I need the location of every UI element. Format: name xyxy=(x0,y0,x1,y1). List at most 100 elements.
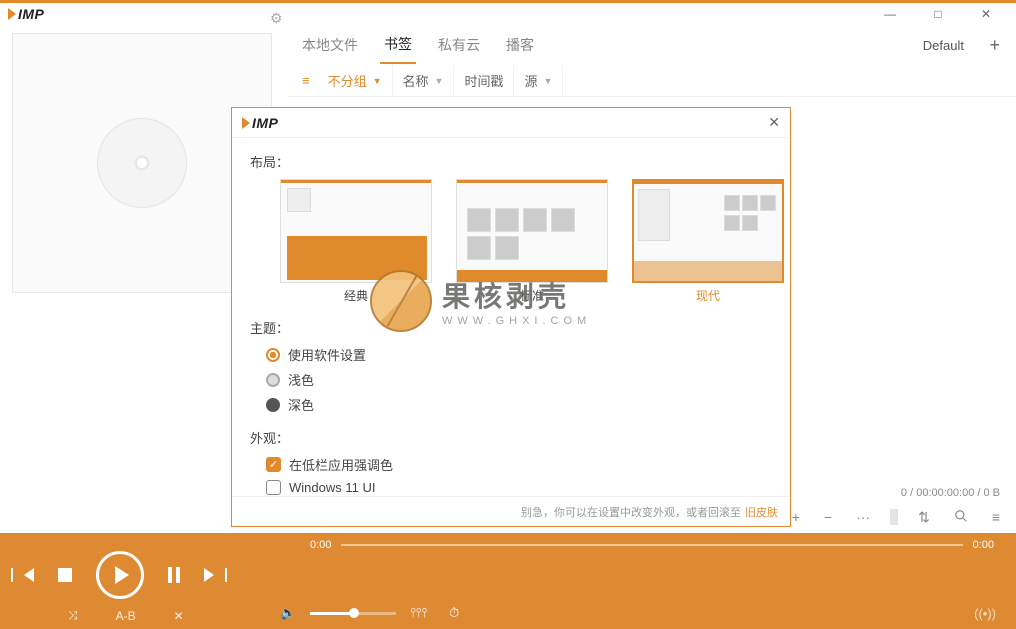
app-logo: IMP xyxy=(8,6,44,22)
progress-row: 0:00 0:00 xyxy=(0,533,1016,551)
timer-icon[interactable]: ⏱ xyxy=(449,605,459,621)
layout-classic[interactable]: 经典 xyxy=(280,179,432,304)
appearance-checks: ✓ 在低栏应用强调色 Windows 11 UI xyxy=(266,455,772,495)
search-button[interactable] xyxy=(950,507,972,528)
sort-button[interactable]: ⇅ xyxy=(914,507,934,528)
theme-software-setting[interactable]: 使用软件设置 xyxy=(266,345,772,364)
prev-button[interactable] xyxy=(24,568,34,582)
secondary-controls: ⤨ A-B ✕ xyxy=(68,608,184,623)
radio-icon xyxy=(266,398,280,412)
filter-source[interactable]: 源 ▼ xyxy=(514,65,563,96)
logo-triangle-icon xyxy=(8,8,16,20)
theme-light-label: 浅色 xyxy=(288,370,314,389)
check-win11-label: Windows 11 UI xyxy=(289,480,375,495)
appearance-section-label: 外观： xyxy=(250,428,772,447)
progress-bar[interactable] xyxy=(341,544,962,546)
theme-dark[interactable]: 深色 xyxy=(266,395,772,414)
radio-icon xyxy=(266,373,280,387)
chevron-down-icon: ▼ xyxy=(373,76,382,86)
layout-options: 经典 标准 xyxy=(280,179,772,304)
layout-standard[interactable]: 标准 xyxy=(456,179,608,304)
app-name: IMP xyxy=(18,6,44,22)
maximize-button[interactable]: □ xyxy=(924,5,952,23)
check-accent-lowbar[interactable]: ✓ 在低栏应用强调色 xyxy=(266,455,772,474)
theme-radios: 使用软件设置 浅色 深色 xyxy=(266,345,772,414)
theme-section-label: 主题： xyxy=(250,318,772,337)
layout-modern-preview xyxy=(632,179,784,283)
more-button[interactable]: ··· xyxy=(852,507,874,527)
ab-repeat-button[interactable]: A-B xyxy=(116,609,136,623)
title-bar: IMP — □ ✕ xyxy=(0,3,1016,25)
volume-row: 🔈 ⫯⫯⫯ ⏱ xyxy=(280,605,459,621)
minimize-button[interactable]: — xyxy=(876,5,904,23)
close-button[interactable]: ✕ xyxy=(972,5,1000,23)
chevron-down-icon: ▼ xyxy=(544,76,553,86)
layout-section-label: 布局： xyxy=(250,152,772,171)
logo-triangle-icon xyxy=(242,117,250,129)
status-text: 0 / 00:00:00:00 / 0 B xyxy=(901,487,1000,499)
layout-standard-label: 标准 xyxy=(456,283,608,304)
play-button[interactable] xyxy=(96,551,144,599)
check-win11-ui[interactable]: Windows 11 UI xyxy=(266,480,772,495)
filter-name[interactable]: 名称 ▼ xyxy=(393,65,455,96)
playback-controls xyxy=(24,551,214,599)
settings-gear-icon[interactable]: ⚙ xyxy=(264,8,289,29)
add-playlist-button[interactable]: + xyxy=(989,35,1000,56)
layout-standard-preview xyxy=(456,179,608,283)
dialog-footer: 别急，你可以在设置中改变外观，或者回滚至 旧皮肤 xyxy=(232,496,790,526)
appearance-dialog: IMP ✕ 布局： 经典 xyxy=(231,107,791,527)
dialog-title-bar: IMP ✕ xyxy=(232,108,790,138)
tab-private-cloud[interactable]: 私有云 xyxy=(434,27,484,63)
layout-classic-label: 经典 xyxy=(280,283,432,304)
chevron-down-icon: ▼ xyxy=(435,76,444,86)
eq-icons: ⫯⫯⫯ ⏱ xyxy=(410,605,459,621)
dialog-close-button[interactable]: ✕ xyxy=(768,114,780,131)
dialog-app-name: IMP xyxy=(252,115,278,131)
dialog-footer-text: 别急，你可以在设置中改变外观，或者回滚至 xyxy=(521,504,741,520)
tab-local-files[interactable]: 本地文件 xyxy=(298,27,362,63)
theme-software-label: 使用软件设置 xyxy=(288,345,366,364)
theme-light[interactable]: 浅色 xyxy=(266,370,772,389)
playlist-default-label[interactable]: Default xyxy=(923,38,964,53)
disc-icon xyxy=(97,118,187,208)
remove-button[interactable]: − xyxy=(820,507,836,527)
broadcast-icon[interactable]: ((•)) xyxy=(974,606,996,621)
checkbox-icon xyxy=(266,480,281,495)
time-total: 0:00 xyxy=(973,539,994,551)
filter-source-label: 源 xyxy=(524,71,537,90)
toolbar-divider xyxy=(890,509,898,525)
menu-button[interactable]: ≡ xyxy=(988,507,1004,527)
stop-button[interactable] xyxy=(58,568,72,582)
check-accent-label: 在低栏应用强调色 xyxy=(289,455,393,474)
filter-name-label: 名称 xyxy=(403,71,429,90)
layout-modern[interactable]: 现代 xyxy=(632,179,784,304)
dialog-footer-link[interactable]: 旧皮肤 xyxy=(745,504,778,520)
layout-classic-preview xyxy=(280,179,432,283)
tab-podcast[interactable]: 播客 xyxy=(502,27,538,63)
next-button[interactable] xyxy=(204,568,214,582)
dialog-body: 布局： 经典 xyxy=(232,138,790,496)
filter-bar: ≡ 不分组 ▼ 名称 ▼ 时间戳 源 ▼ xyxy=(288,65,1016,97)
checkbox-icon: ✓ xyxy=(266,457,281,472)
time-current: 0:00 xyxy=(310,539,331,551)
group-menu-icon[interactable]: ≡ xyxy=(294,73,318,88)
volume-slider[interactable] xyxy=(310,612,396,615)
filter-group[interactable]: 不分组 ▼ xyxy=(318,65,393,96)
equalizer-icon[interactable]: ⫯⫯⫯ xyxy=(410,605,427,621)
tab-bookmarks[interactable]: 书签 xyxy=(380,26,416,64)
dialog-logo: IMP xyxy=(242,115,278,131)
crossfade-button[interactable]: ✕ xyxy=(174,609,184,623)
volume-icon[interactable]: 🔈 xyxy=(280,605,296,621)
bottom-toolbar: + − ··· ⇅ ≡ xyxy=(788,503,1004,531)
filter-timestamp-label: 时间戳 xyxy=(464,71,503,90)
shuffle-button[interactable]: ⤨ xyxy=(68,608,78,623)
radio-icon xyxy=(266,348,280,362)
window-controls: — □ ✕ xyxy=(876,5,1012,23)
tab-bar: 本地文件 书签 私有云 播客 Default + xyxy=(288,25,1016,65)
theme-dark-label: 深色 xyxy=(288,395,314,414)
filter-group-label: 不分组 xyxy=(328,71,367,90)
player-bar: 0:00 0:00 ⤨ A-B ✕ 🔈 ⫯⫯⫯ ⏱ ((•)) xyxy=(0,533,1016,629)
pause-button[interactable] xyxy=(168,567,180,583)
layout-modern-label: 现代 xyxy=(632,283,784,304)
filter-timestamp[interactable]: 时间戳 xyxy=(454,65,514,96)
